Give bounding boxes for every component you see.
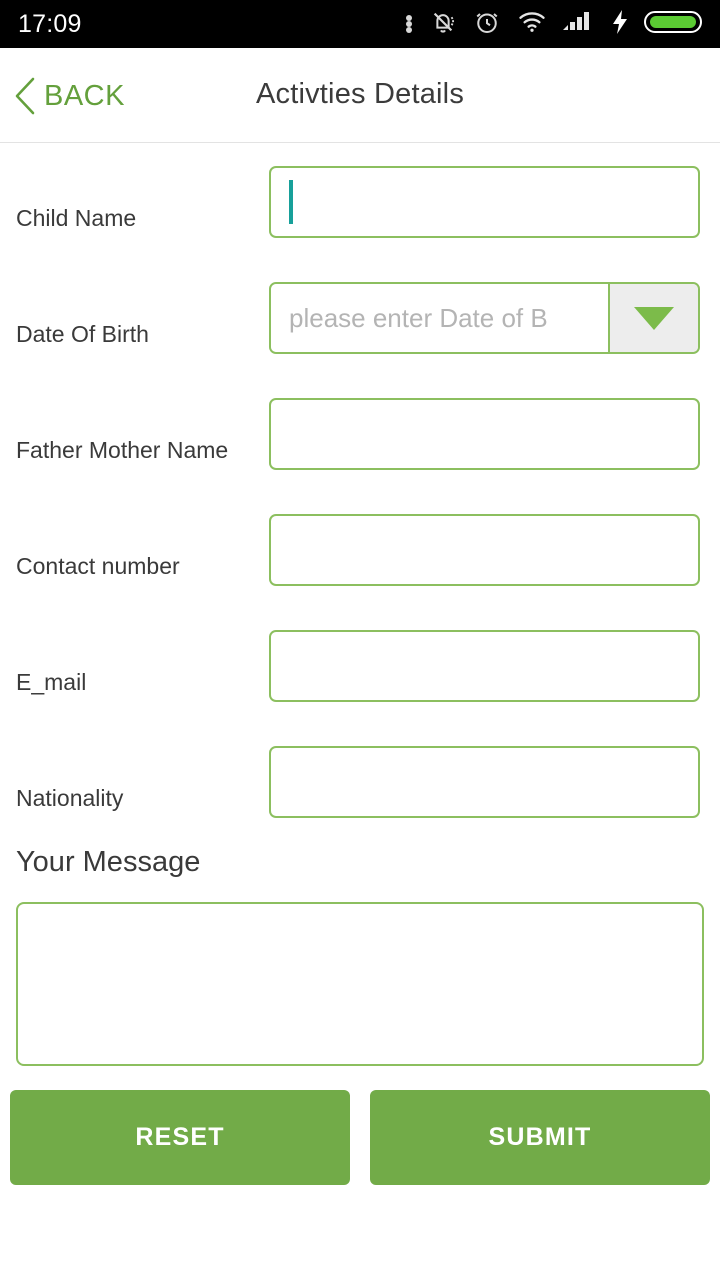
date-of-birth-input[interactable]: please enter Date of B (271, 284, 608, 352)
field-row-father-mother-name: Father Mother Name (0, 376, 720, 492)
status-icon-tray (406, 7, 706, 42)
field-row-contact-number: Contact number (0, 492, 720, 608)
reset-button[interactable]: RESET (10, 1090, 350, 1185)
app-screen: 17:09 BACK Activties Details Child Name … (0, 0, 720, 1280)
field-label-child-name: Child Name (16, 205, 137, 231)
form-container: Child Name Date Of Birth please enter Da… (0, 144, 720, 840)
nationality-input[interactable] (269, 746, 700, 818)
alarm-clock-icon (472, 7, 502, 42)
father-mother-name-input[interactable] (269, 398, 700, 470)
child-name-input[interactable] (269, 166, 700, 238)
submit-button[interactable]: SUBMIT (370, 1090, 710, 1185)
date-of-birth-dropdown-button[interactable] (608, 284, 698, 352)
more-dots-icon (406, 15, 412, 33)
field-row-date-of-birth: Date Of Birth please enter Date of B (0, 260, 720, 376)
message-heading: Your Message (16, 846, 201, 878)
field-label-contact-number: Contact number (16, 553, 180, 579)
app-header: BACK Activties Details (0, 48, 720, 143)
wifi-icon (516, 7, 548, 42)
cellular-signal-icon (562, 8, 596, 41)
email-input[interactable] (269, 630, 700, 702)
action-button-row: RESET SUBMIT (0, 1090, 720, 1185)
field-row-child-name: Child Name (0, 144, 720, 260)
date-of-birth-placeholder: please enter Date of B (289, 302, 548, 333)
field-label-father-mother-name: Father Mother Name (16, 437, 229, 463)
chevron-down-icon (634, 306, 674, 330)
battery-icon (644, 8, 706, 41)
field-label-email: E_mail (16, 669, 87, 695)
field-label-nationality: Nationality (16, 785, 124, 811)
status-time: 17:09 (18, 9, 82, 38)
notifications-silent-icon (428, 7, 458, 42)
charging-bolt-icon (610, 8, 630, 41)
date-of-birth-select[interactable]: please enter Date of B (269, 282, 700, 354)
status-bar: 17:09 (0, 0, 720, 48)
field-label-date-of-birth: Date Of Birth (16, 321, 149, 347)
contact-number-input[interactable] (269, 514, 700, 586)
field-row-nationality: Nationality (0, 724, 720, 840)
text-caret (289, 180, 293, 224)
message-textarea[interactable] (16, 902, 704, 1066)
field-row-email: E_mail (0, 608, 720, 724)
page-title: Activties Details (255, 78, 465, 110)
